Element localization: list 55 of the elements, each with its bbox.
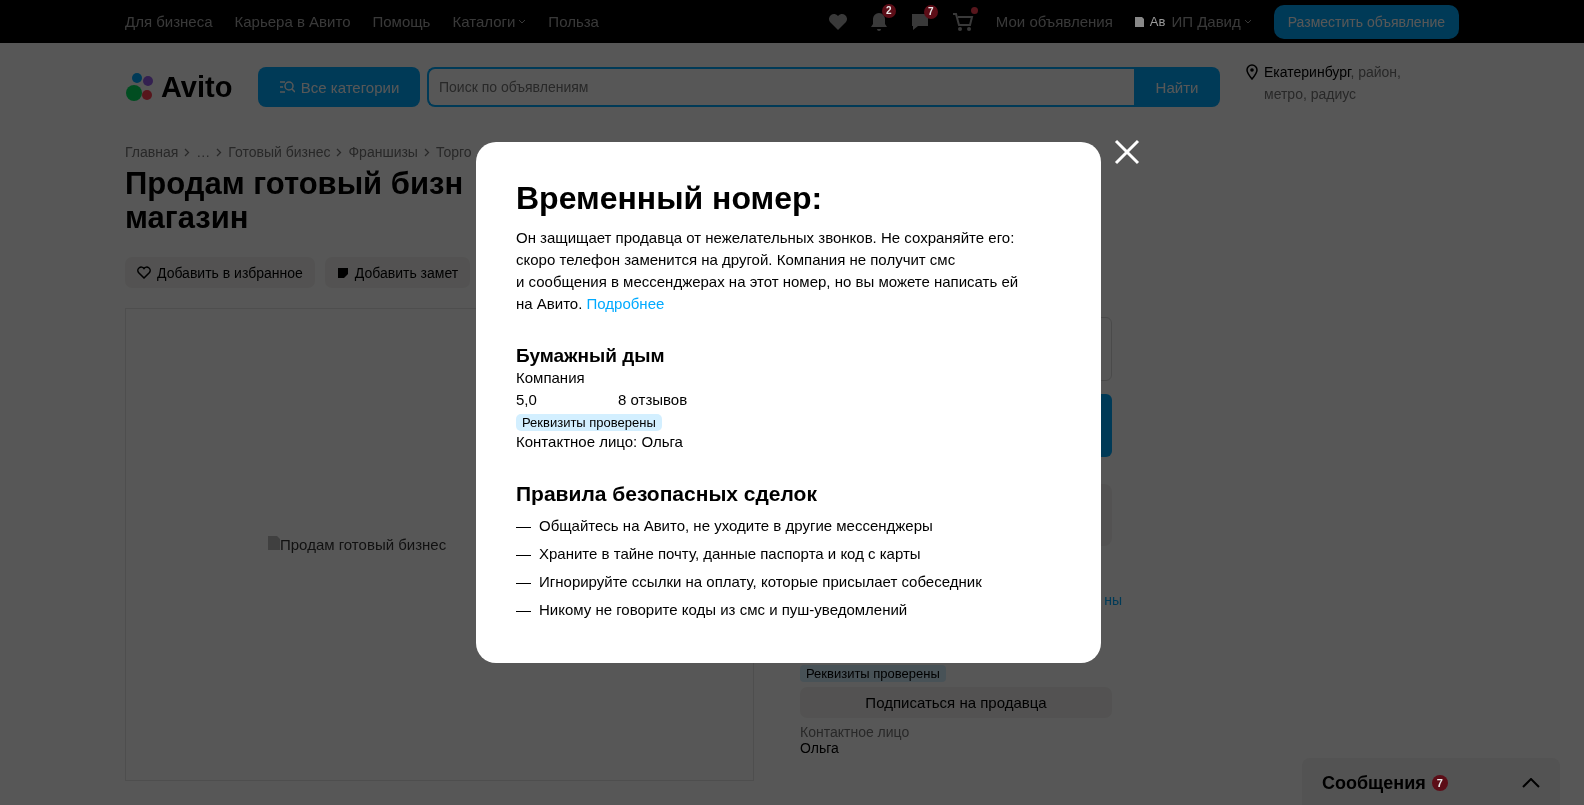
rule-text: Игнорируйте ссылки на оплату, которые присылает собеседник: [539, 572, 982, 592]
modal-text: Он защищает продавца от нежелательных звонков. Не сохраняйте его: скоро телефон заменится на другой. Компания не получит смс и сообщения в мессенджерах на этот номер, но вы можете написать ей на Авито. Подробнее: [516, 228, 1020, 314]
reviews-link[interactable]: 8 отзывов: [618, 388, 688, 411]
contact-name: Ольга: [800, 740, 840, 756]
notification-badge: 2: [881, 3, 896, 18]
favorite-button[interactable]: Добавить в избранное: [125, 257, 315, 288]
contact-person: Контактное лицо: Ольга: [516, 432, 684, 452]
messenger-title: Сообщения: [1322, 772, 1426, 794]
image-alt-text: Продам готовый бизнес: [280, 536, 447, 553]
caret-icon: [1243, 19, 1252, 24]
rule-text: Храните в тайне почту, данные паспорта и код с карты: [539, 544, 921, 564]
unread-badge: 7: [1431, 775, 1448, 791]
more-link[interactable]: Подробнее: [586, 295, 665, 312]
subscribe-button[interactable]: Подписаться на продавца: [800, 687, 1112, 718]
chevron-icon[interactable]: [1522, 778, 1540, 788]
close-icon[interactable]: [1113, 138, 1141, 166]
avatar-alt-text: Ав: [1149, 14, 1166, 29]
post-ad-button[interactable]: Разместить объявление: [1273, 4, 1459, 39]
chevron-icon: [184, 147, 191, 157]
rule-text: Общайтесь на Авито, не уходите в другие мессенджеры: [539, 516, 933, 536]
location-pin-icon: [1246, 64, 1258, 80]
categories-button[interactable]: Все категории: [258, 67, 420, 107]
dash-mark: —: [516, 572, 531, 592]
seller-type: Компания: [516, 368, 586, 388]
note-button[interactable]: Добавить замет: [324, 257, 471, 288]
seller-link[interactable]: ны: [1104, 592, 1122, 608]
broken-image-icon: [1134, 16, 1144, 27]
seller-name: Бумажный дым: [516, 345, 666, 367]
search-icon: [278, 80, 295, 94]
rules-title: Правила безопасных сделок: [516, 482, 818, 506]
breadcrumb-link[interactable]: …: [196, 144, 211, 160]
message-badge: 7: [923, 4, 938, 19]
caret-icon: [518, 19, 527, 24]
chat-icon[interactable]: [909, 12, 930, 31]
dash-mark: —: [516, 544, 531, 564]
listing-title: Продам готовый бизн: [125, 167, 464, 201]
verified-tag: Реквизиты проверены: [516, 414, 662, 431]
verified-tag: Реквизиты проверены: [800, 665, 946, 682]
search-button[interactable]: Найти: [1134, 67, 1220, 107]
modal-title: Временный номер:: [516, 180, 824, 217]
rule-text: Никому не говорите коды из смс и пуш-уведомлений: [539, 600, 908, 620]
logo[interactable]: Avito: [125, 67, 258, 107]
dash-mark: —: [516, 516, 531, 536]
note-icon: [336, 266, 349, 279]
heart-icon: [137, 266, 151, 279]
chevron-icon: [336, 147, 343, 157]
listing-title: магазин: [125, 201, 249, 235]
messenger-panel[interactable]: Сообщения 7: [1302, 758, 1560, 805]
rating-value: 5,0: [516, 390, 538, 410]
chevron-icon: [216, 147, 223, 157]
bell-icon[interactable]: [869, 11, 888, 32]
dash-mark: —: [516, 600, 531, 620]
chevron-icon: [423, 147, 430, 157]
cart-icon[interactable]: [951, 11, 974, 32]
heart-icon[interactable]: [827, 12, 848, 31]
